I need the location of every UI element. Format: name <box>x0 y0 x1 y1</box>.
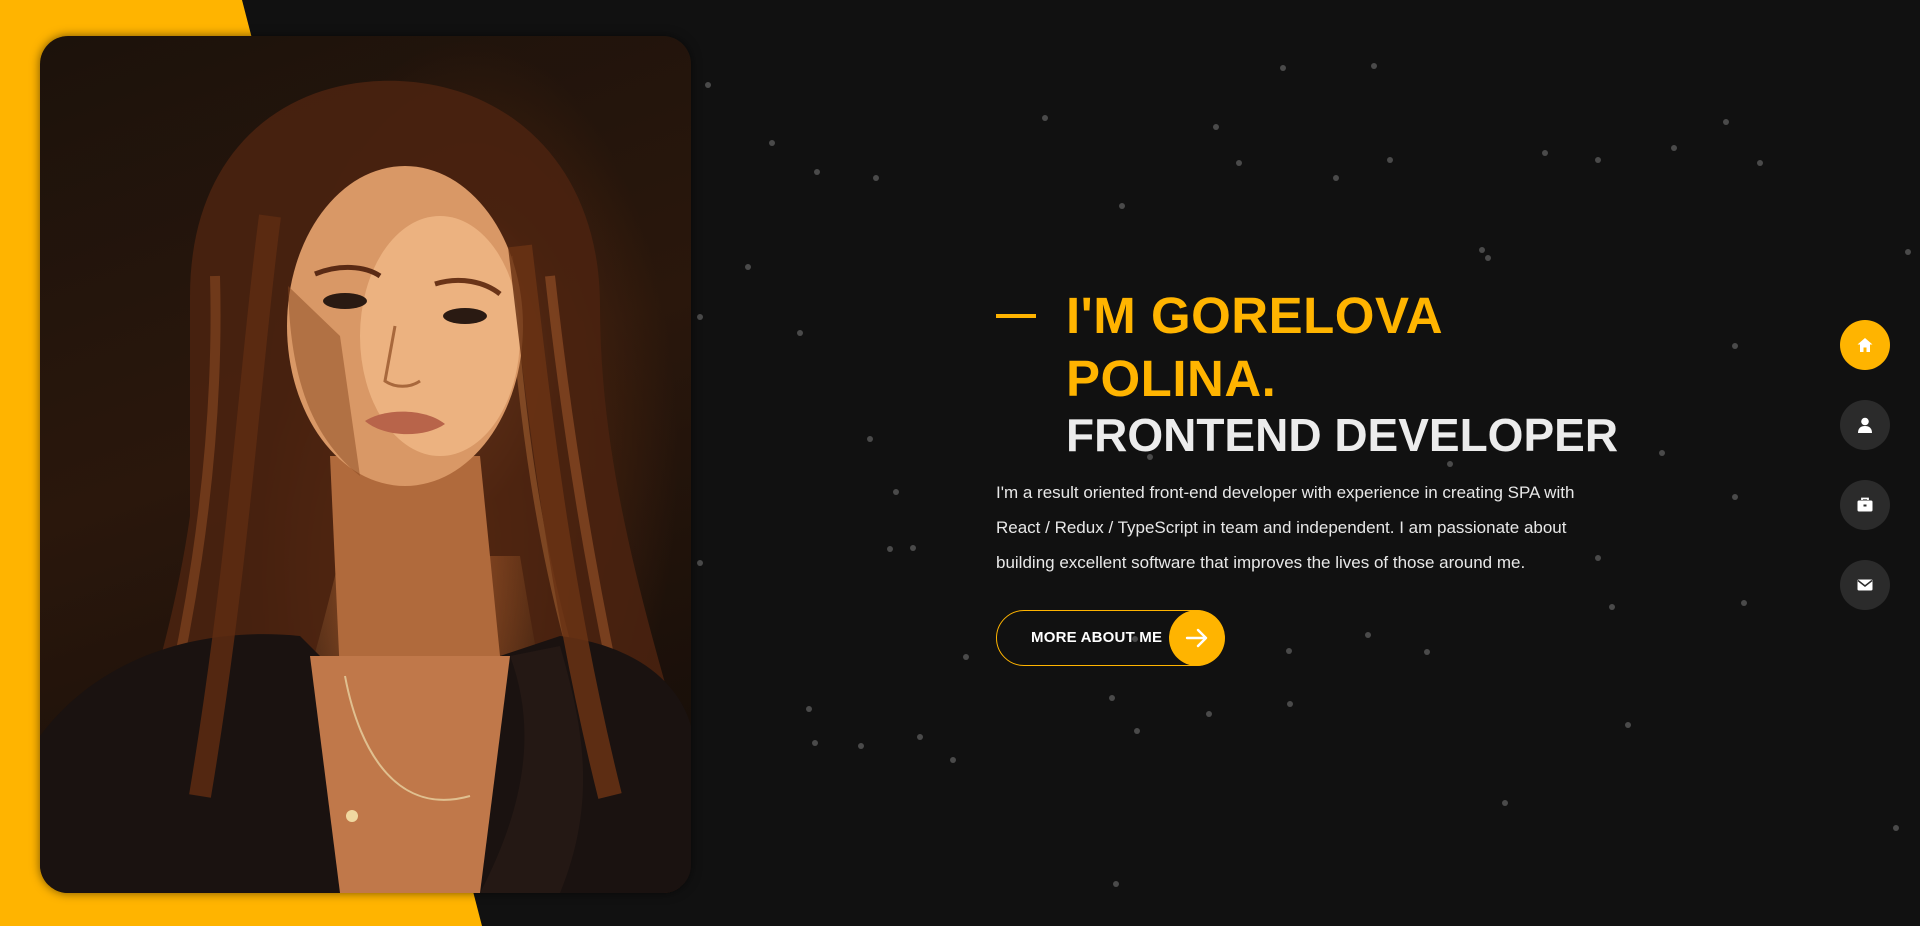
particle-dot <box>1236 160 1242 166</box>
particle-dot <box>1893 825 1899 831</box>
user-icon <box>1858 417 1872 433</box>
particle-dot <box>1206 711 1212 717</box>
particle-dot <box>705 82 711 88</box>
particle-dot <box>910 545 916 551</box>
particle-dot <box>1723 119 1729 125</box>
nav-contact-button[interactable] <box>1840 560 1890 610</box>
arrow-right-icon <box>1169 610 1225 666</box>
particle-dot <box>1671 145 1677 151</box>
particle-dot <box>1732 494 1738 500</box>
nav-portfolio-button[interactable] <box>1840 480 1890 530</box>
intro-paragraph: I'm a result oriented front-end develope… <box>996 483 1575 572</box>
more-about-me-button[interactable]: MORE ABOUT ME <box>996 610 1225 666</box>
hero-section: I'M GORELOVA POLINA. FRONTEND DEVELOPER … <box>0 0 1920 926</box>
nav-home-button[interactable] <box>1840 320 1890 370</box>
particle-dot <box>1502 800 1508 806</box>
particle-dot <box>1042 115 1048 121</box>
intro-block: I'M GORELOVA POLINA. FRONTEND DEVELOPER … <box>996 284 1619 666</box>
particle-dot <box>1485 255 1491 261</box>
particle-dot <box>873 175 879 181</box>
title-dash <box>996 314 1036 318</box>
nav-about-button[interactable] <box>1840 400 1890 450</box>
particle-dot <box>1609 604 1615 610</box>
particle-dot <box>814 169 820 175</box>
particle-dot <box>1479 247 1485 253</box>
role-subtitle: FRONTEND DEVELOPER <box>1066 409 1619 461</box>
particle-dot <box>1387 157 1393 163</box>
particle-dot <box>797 330 803 336</box>
particle-dot <box>1659 450 1665 456</box>
particle-dot <box>858 743 864 749</box>
particle-dot <box>1113 881 1119 887</box>
particle-dot <box>769 140 775 146</box>
particle-dot <box>1213 124 1219 130</box>
particle-dot <box>963 654 969 660</box>
particle-dot <box>887 546 893 552</box>
particle-dot <box>745 264 751 270</box>
profile-photo <box>40 36 691 893</box>
particle-dot <box>1134 728 1140 734</box>
particle-dot <box>806 706 812 712</box>
particle-dot <box>893 489 899 495</box>
page-title: I'M GORELOVA POLINA. <box>1066 287 1442 407</box>
home-icon <box>1857 338 1873 352</box>
particle-dot <box>1741 600 1747 606</box>
particle-dot <box>1542 150 1548 156</box>
particle-dot <box>697 314 703 320</box>
briefcase-icon <box>1857 497 1873 512</box>
particle-dot <box>1732 343 1738 349</box>
side-navigation <box>1840 320 1890 640</box>
particle-dot <box>697 560 703 566</box>
particle-dot <box>1371 63 1377 69</box>
particle-dot <box>1625 722 1631 728</box>
particle-dot <box>1109 695 1115 701</box>
particle-dot <box>1905 249 1911 255</box>
particle-dot <box>950 757 956 763</box>
particle-dot <box>1287 701 1293 707</box>
particle-dot <box>1333 175 1339 181</box>
envelope-icon <box>1857 579 1873 591</box>
particle-dot <box>1280 65 1286 71</box>
more-about-me-label: MORE ABOUT ME <box>1031 629 1163 646</box>
particle-dot <box>1757 160 1763 166</box>
particle-dot <box>917 734 923 740</box>
particle-dot <box>1595 157 1601 163</box>
particle-dot <box>1119 203 1125 209</box>
particle-dot <box>867 436 873 442</box>
particle-dot <box>812 740 818 746</box>
